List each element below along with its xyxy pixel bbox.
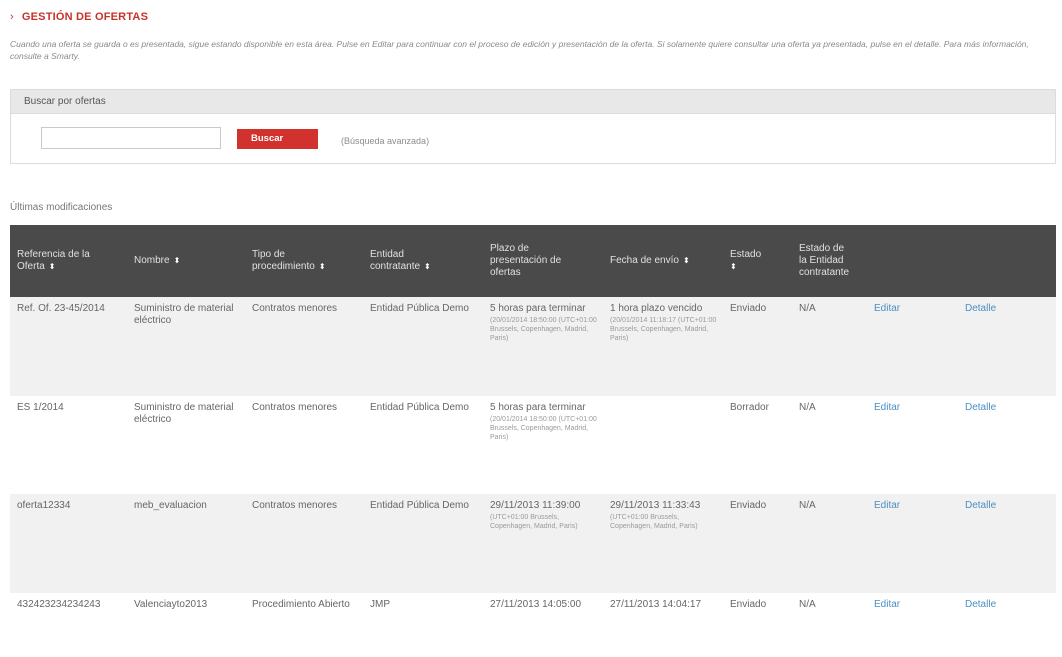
offers-table: Referencia de la Oferta ⬍ Nombre ⬍ Tipo de p… xyxy=(10,225,1056,639)
cell-procedure: Contratos menores xyxy=(245,494,363,593)
table-row: Ref. Of. 23-45/2014 Suministro de materi… xyxy=(10,297,1056,396)
cell-reference: oferta12334 xyxy=(10,494,127,593)
cell-sent-date xyxy=(603,396,723,494)
cell-reference: ES 1/2014 xyxy=(10,396,127,494)
cell-entity-status: N/A xyxy=(792,593,867,639)
column-header-sent-date[interactable]: Fecha de envío ⬍ xyxy=(603,225,723,297)
cell-name: Suministro de material eléctrico xyxy=(127,297,245,396)
detail-link[interactable]: Detalle xyxy=(965,402,996,413)
column-header-detail xyxy=(958,225,1056,297)
cell-name: Valenciayto2013 xyxy=(127,593,245,639)
cell-entity: Entidad Pública Demo xyxy=(363,396,483,494)
cell-procedure: Contratos menores xyxy=(245,297,363,396)
page-title: › GESTIÓN DE OFERTAS xyxy=(10,11,148,23)
cell-sent-date: 1 hora plazo vencido (20/01/2014 11:18:17… xyxy=(603,297,723,396)
table-row: 432423234234243 Valenciayto2013 Procedim… xyxy=(10,593,1056,639)
search-panel-header: Buscar por ofertas xyxy=(10,89,1056,114)
cell-status: Enviado xyxy=(723,494,792,593)
column-header-deadline: Plazo de presentación de ofertas xyxy=(483,225,603,297)
cell-sent-date: 27/11/2013 14:04:17 xyxy=(603,593,723,639)
page-title-text: GESTIÓN DE OFERTAS xyxy=(21,11,149,23)
edit-link[interactable]: Editar xyxy=(874,500,900,511)
cell-status: Enviado xyxy=(723,297,792,396)
search-panel-title: Buscar por ofertas xyxy=(24,96,106,107)
cell-deadline: 5 horas para terminar (20/01/2014 18:50:0… xyxy=(483,297,603,396)
column-header-entity-status: Estado de la Entidad contratante xyxy=(792,225,867,297)
sort-updown-icon[interactable]: ⬍ xyxy=(174,256,181,265)
table-row: ES 1/2014 Suministro de material eléctri… xyxy=(10,396,1056,494)
detail-link[interactable]: Detalle xyxy=(965,500,996,511)
column-header-entity[interactable]: Entidad contratante ⬍ xyxy=(363,225,483,297)
column-header-edit xyxy=(867,225,958,297)
cell-deadline: 29/11/2013 11:39:00 (UTC+01:00 Brussels, … xyxy=(483,494,603,593)
intro-text: Cuando una oferta se guarda o es present… xyxy=(10,39,1029,61)
cell-entity: JMP xyxy=(363,593,483,639)
column-header-procedure[interactable]: Tipo de procedimiento ⬍ xyxy=(245,225,363,297)
recent-changes-title: Últimas modificaciones xyxy=(10,202,113,213)
sort-updown-icon[interactable]: ⬍ xyxy=(730,262,737,271)
detail-link[interactable]: Detalle xyxy=(965,303,996,314)
detail-link[interactable]: Detalle xyxy=(965,599,996,610)
sort-updown-icon[interactable]: ⬍ xyxy=(319,262,326,271)
cell-reference: 432423234234243 xyxy=(10,593,127,639)
edit-link[interactable]: Editar xyxy=(874,599,900,610)
advanced-search-link[interactable]: (Búsqueda avanzada) xyxy=(341,136,429,146)
sort-updown-icon[interactable]: ⬍ xyxy=(683,256,690,265)
search-panel: Buscar (Búsqueda avanzada) xyxy=(10,114,1056,164)
column-header-reference[interactable]: Referencia de la Oferta ⬍ xyxy=(10,225,127,297)
sort-updown-icon[interactable]: ⬍ xyxy=(49,262,56,271)
cell-status: Borrador xyxy=(723,396,792,494)
table-row: oferta12334 meb_evaluacion Contratos men… xyxy=(10,494,1056,593)
cell-sent-date: 29/11/2013 11:33:43 (UTC+01:00 Brussels, … xyxy=(603,494,723,593)
cell-entity: Entidad Pública Demo xyxy=(363,494,483,593)
search-input[interactable] xyxy=(41,127,221,149)
sort-updown-icon[interactable]: ⬍ xyxy=(424,262,431,271)
chevron-right-icon: › xyxy=(10,11,14,23)
search-button[interactable]: Buscar xyxy=(237,129,318,149)
cell-procedure: Contratos menores xyxy=(245,396,363,494)
cell-procedure: Procedimiento Abierto xyxy=(245,593,363,639)
cell-deadline: 27/11/2013 14:05:00 xyxy=(483,593,603,639)
table-header-row: Referencia de la Oferta ⬍ Nombre ⬍ Tipo de p… xyxy=(10,225,1056,297)
edit-link[interactable]: Editar xyxy=(874,303,900,314)
cell-entity: Entidad Pública Demo xyxy=(363,297,483,396)
cell-name: meb_evaluacion xyxy=(127,494,245,593)
cell-reference: Ref. Of. 23-45/2014 xyxy=(10,297,127,396)
edit-link[interactable]: Editar xyxy=(874,402,900,413)
cell-name: Suministro de material eléctrico xyxy=(127,396,245,494)
cell-entity-status: N/A xyxy=(792,396,867,494)
cell-entity-status: N/A xyxy=(792,297,867,396)
cell-status: Enviado xyxy=(723,593,792,639)
column-header-name[interactable]: Nombre ⬍ xyxy=(127,225,245,297)
cell-deadline: 5 horas para terminar (20/01/2014 18:50:0… xyxy=(483,396,603,494)
cell-entity-status: N/A xyxy=(792,494,867,593)
column-header-status[interactable]: Estado ⬍ xyxy=(723,225,792,297)
